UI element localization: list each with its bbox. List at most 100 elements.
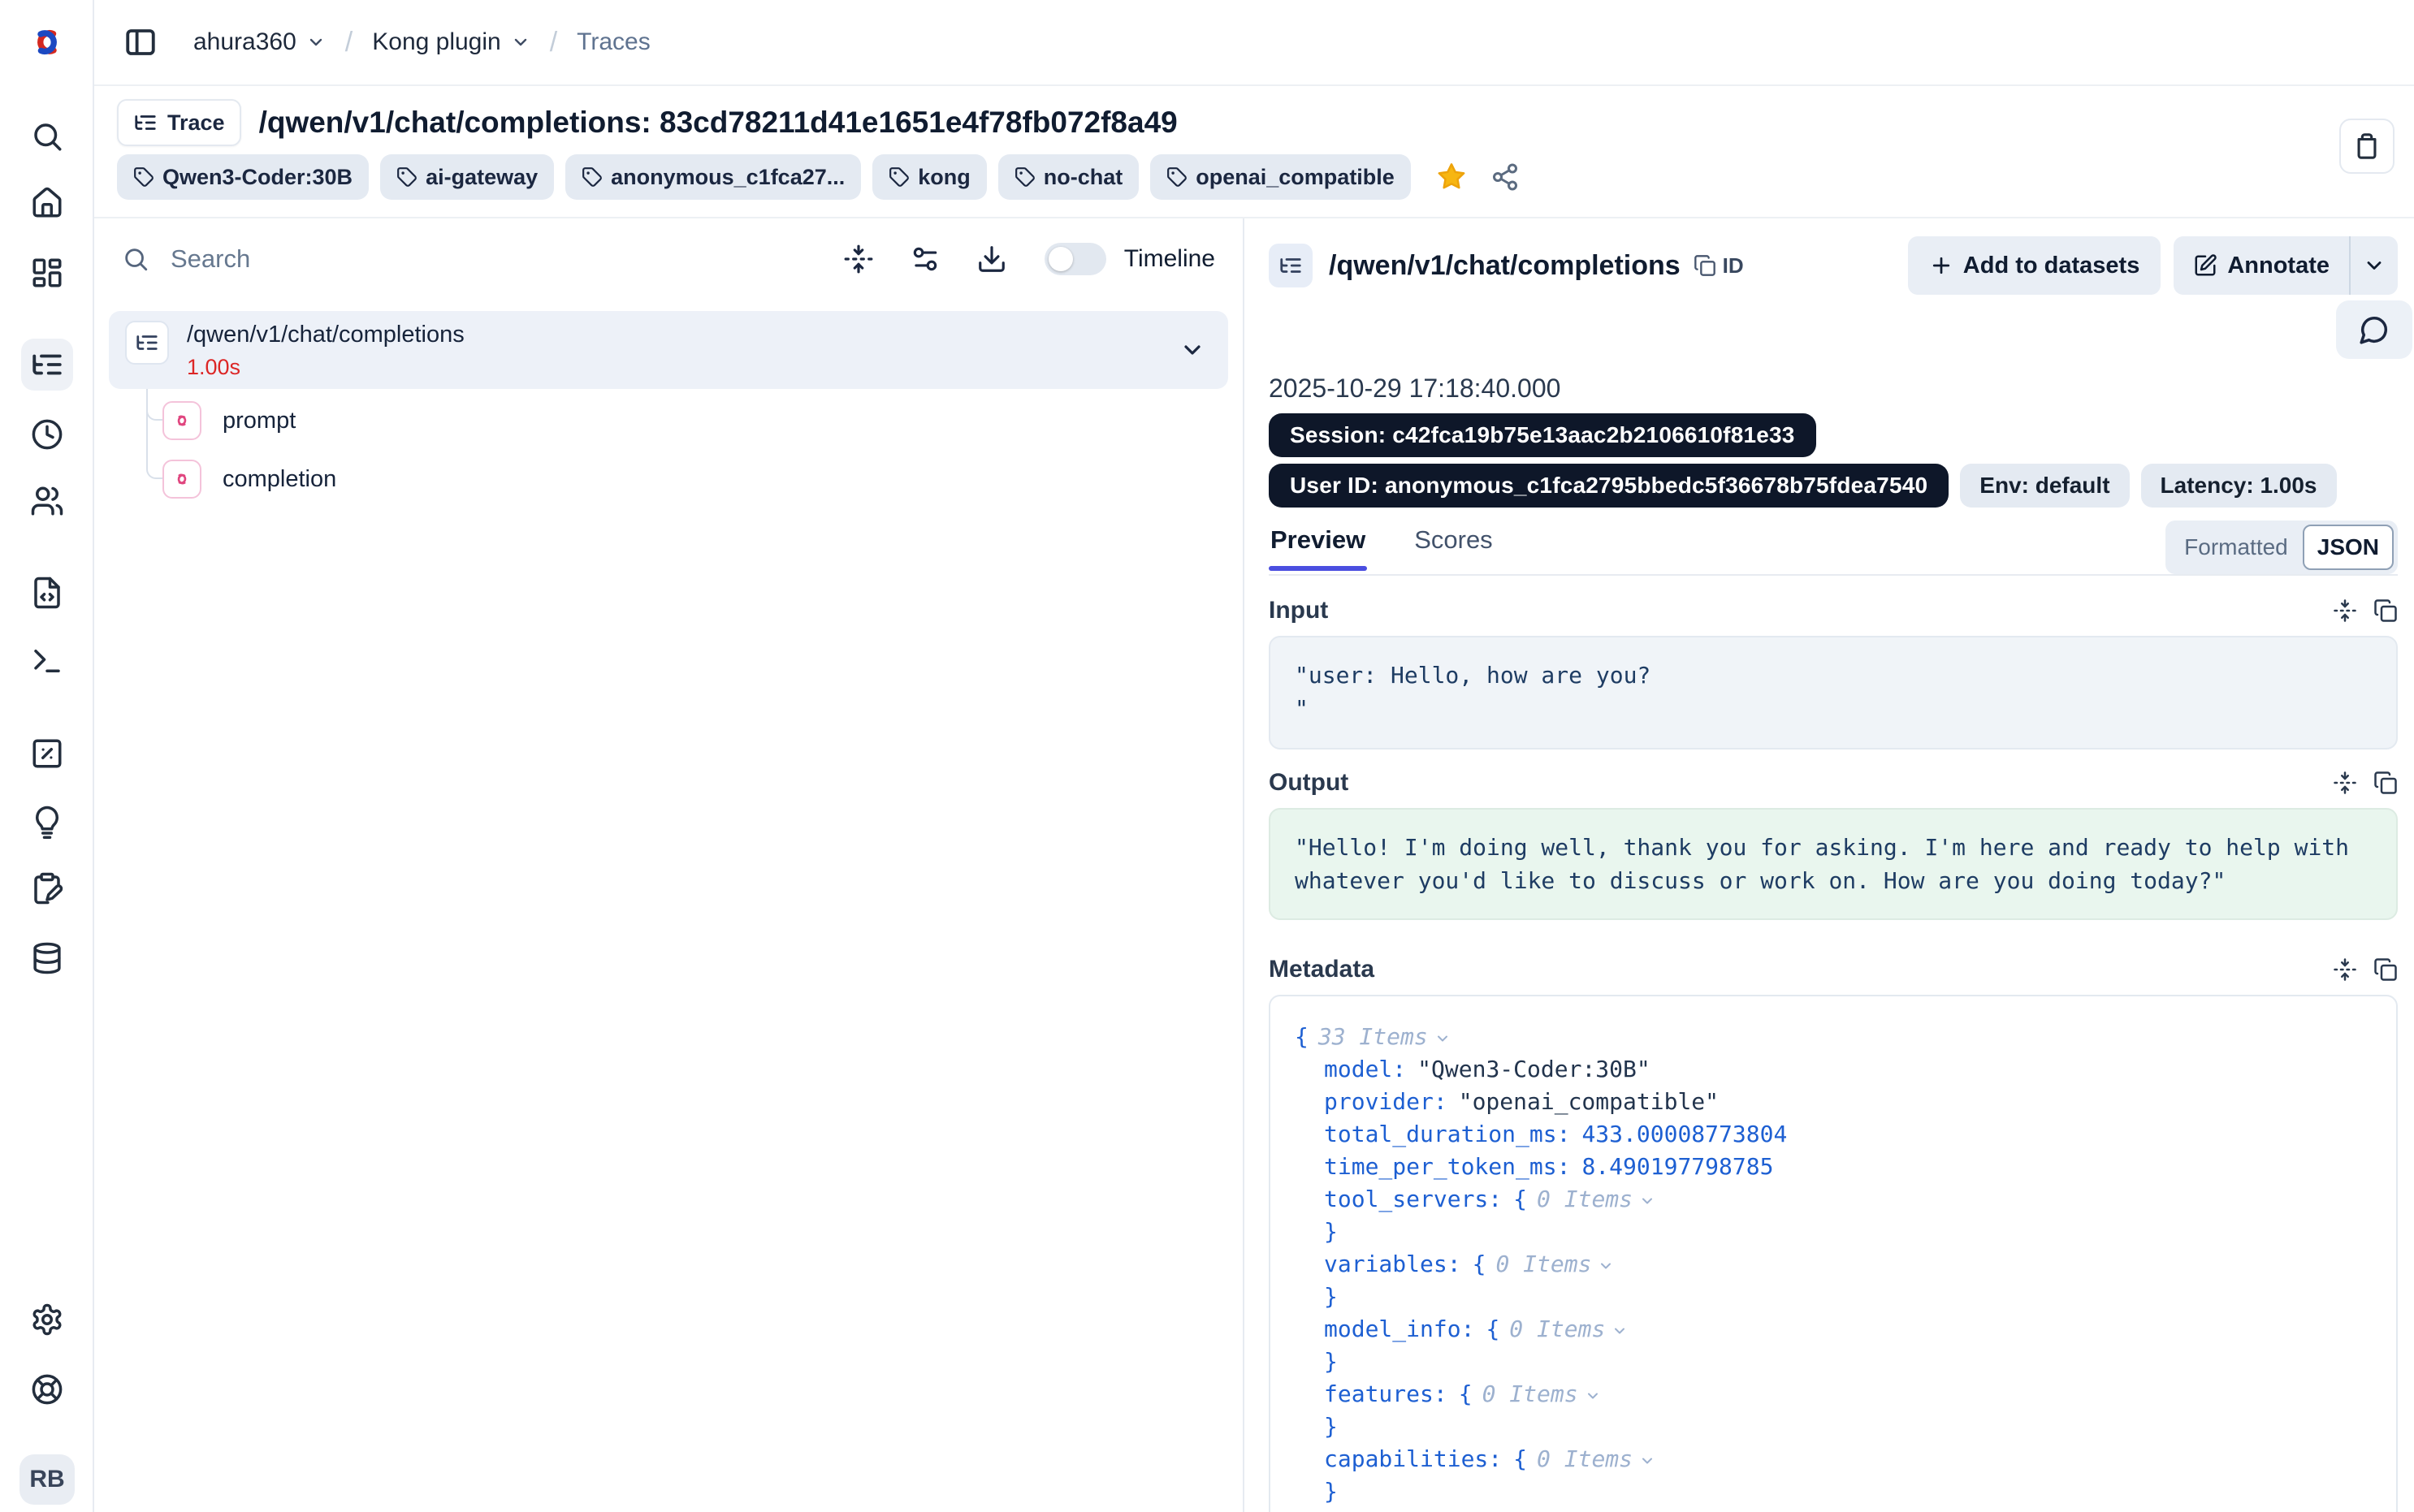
- detail-header: /qwen/v1/chat/completions ID Add to data…: [1269, 236, 2398, 295]
- json-collapse-toggle[interactable]: [1434, 1030, 1451, 1047]
- copy-id-button[interactable]: [1694, 254, 1716, 277]
- json-entry: tool_servers:{0 Items: [1295, 1183, 2372, 1216]
- tab-scores[interactable]: Scores: [1412, 521, 1494, 569]
- tree-row-root[interactable]: /qwen/v1/chat/completions 1.00s: [109, 311, 1228, 389]
- timeline-toggle[interactable]: [1045, 243, 1106, 275]
- app-logo-icon: [26, 21, 68, 63]
- sidebar-item-traces[interactable]: [21, 339, 73, 391]
- trace-header: Trace /qwen/v1/chat/completions: 83cd782…: [94, 86, 2414, 218]
- json-collapse-toggle[interactable]: [1598, 1258, 1614, 1274]
- chevron-down-icon[interactable]: [1179, 337, 1205, 363]
- json-items-count: 0 Items: [1495, 1251, 1591, 1277]
- tag-label: kong: [918, 165, 971, 190]
- chevron-down-icon: [2363, 254, 2386, 277]
- json-entry: provider:"openai_compatible": [1295, 1086, 2372, 1118]
- copy-section-button[interactable]: [2373, 598, 2398, 623]
- json-entry: features:{0 Items: [1295, 1378, 2372, 1410]
- json-key: tool_servers:: [1324, 1186, 1502, 1212]
- list-tree-icon: [133, 110, 158, 135]
- user-avatar[interactable]: RB: [19, 1454, 75, 1505]
- tree-row-completion[interactable]: completion: [109, 454, 1228, 504]
- sidebar-item-datasets[interactable]: [30, 941, 64, 975]
- output-section-header: Output: [1269, 769, 2398, 797]
- generation-icon: [162, 460, 201, 499]
- tag-chip[interactable]: anonymous_c1fca27...: [565, 154, 861, 200]
- sidebar-item-home[interactable]: [30, 186, 64, 220]
- collapse-section-button[interactable]: [2333, 771, 2357, 795]
- format-option-json[interactable]: JSON: [2303, 525, 2394, 570]
- lightbulb-icon: [30, 805, 64, 839]
- breadcrumb-page[interactable]: Traces: [577, 28, 651, 56]
- sidebar-item-sessions[interactable]: [30, 417, 64, 451]
- format-option-formatted[interactable]: Formatted: [2170, 534, 2303, 560]
- json-collapse-toggle[interactable]: [1639, 1193, 1655, 1209]
- tag-chip[interactable]: Qwen3-Coder:30B: [117, 154, 369, 200]
- breadcrumb-section-label: Kong plugin: [372, 28, 500, 56]
- tag-chip[interactable]: no-chat: [998, 154, 1140, 200]
- annotate-dropdown-button[interactable]: [2349, 236, 2398, 295]
- list-tree-icon: [21, 339, 73, 391]
- edit-square-icon: [2193, 253, 2217, 278]
- sidebar-item-evaluations[interactable]: [30, 737, 64, 771]
- tag-chip[interactable]: openai_compatible: [1150, 154, 1411, 200]
- input-section-header: Input: [1269, 597, 2398, 624]
- sidebar-item-support[interactable]: [30, 1372, 64, 1406]
- delete-trace-button[interactable]: [2339, 119, 2395, 174]
- list-tree-icon: [125, 321, 169, 365]
- breadcrumb-separator: /: [345, 27, 353, 58]
- add-to-datasets-button[interactable]: Add to datasets: [1908, 236, 2161, 295]
- sidebar-item-annotations[interactable]: [30, 871, 64, 905]
- json-open-brace: {: [1459, 1380, 1473, 1407]
- json-collapse-toggle[interactable]: [1585, 1388, 1601, 1404]
- json-entry: variables:{0 Items: [1295, 1248, 2372, 1281]
- json-close-brace: }: [1324, 1218, 1338, 1245]
- collapse-all-button[interactable]: [843, 244, 874, 274]
- breadcrumb-section[interactable]: Kong plugin: [372, 28, 530, 56]
- json-collapse-toggle[interactable]: [1611, 1323, 1628, 1339]
- session-badge[interactable]: Session: c42fca19b75e13aac2b2106610f81e3…: [1269, 413, 1816, 457]
- id-label: ID: [1723, 253, 1744, 279]
- tab-preview[interactable]: Preview: [1269, 521, 1367, 569]
- sidebar-item-prompts[interactable]: [30, 576, 64, 610]
- toggle-knob: [1049, 247, 1073, 271]
- tag-label: Qwen3-Coder:30B: [162, 165, 353, 190]
- sidebar-item-settings[interactable]: [30, 1302, 64, 1337]
- json-open-brace: {: [1513, 1445, 1527, 1472]
- search-input[interactable]: [169, 244, 807, 274]
- copy-section-button[interactable]: [2373, 957, 2398, 982]
- tag-chip[interactable]: kong: [872, 154, 987, 200]
- copy-section-button[interactable]: [2373, 771, 2398, 795]
- collapse-section-button[interactable]: [2333, 598, 2357, 623]
- user-id-badge[interactable]: User ID: anonymous_c1fca2795bbedc5f36678…: [1269, 464, 1949, 508]
- tree-settings-button[interactable]: [910, 244, 941, 274]
- tree-row-prompt[interactable]: prompt: [109, 395, 1228, 446]
- json-root-line: {33 Items: [1295, 1021, 2372, 1053]
- json-open-brace: {: [1295, 1023, 1309, 1050]
- observation-tree: /qwen/v1/chat/completions 1.00s prompt c…: [94, 300, 1243, 504]
- fold-vertical-icon: [2333, 771, 2357, 795]
- file-code-icon: [30, 576, 64, 610]
- panel-toggle-icon[interactable]: [123, 25, 158, 59]
- tag-icon: [396, 166, 417, 188]
- input-content: "user: Hello, how are you? ": [1269, 636, 2398, 750]
- json-close-line: }: [1295, 1281, 2372, 1313]
- sidebar-item-search[interactable]: [30, 119, 64, 153]
- fold-vertical-icon: [843, 244, 874, 274]
- sidebar-item-insights[interactable]: [30, 805, 64, 839]
- clock-icon: [30, 417, 64, 451]
- tag-chip[interactable]: ai-gateway: [380, 154, 554, 200]
- comments-button[interactable]: [2336, 300, 2412, 359]
- breadcrumb-project[interactable]: ahura360: [193, 28, 326, 56]
- share-button[interactable]: [1490, 162, 1520, 192]
- collapse-section-button[interactable]: [2333, 957, 2357, 982]
- sidebar-item-users[interactable]: [30, 484, 64, 518]
- annotate-button[interactable]: Annotate: [2174, 236, 2349, 295]
- download-button[interactable]: [976, 244, 1007, 274]
- bookmark-star-button[interactable]: [1435, 161, 1468, 193]
- input-section-actions: [2333, 598, 2398, 623]
- json-collapse-toggle[interactable]: [1639, 1453, 1655, 1469]
- fold-vertical-icon: [2333, 598, 2357, 623]
- tag-label: no-chat: [1044, 165, 1123, 190]
- sidebar-item-playground[interactable]: [30, 644, 64, 678]
- sidebar-item-dashboards[interactable]: [30, 256, 64, 290]
